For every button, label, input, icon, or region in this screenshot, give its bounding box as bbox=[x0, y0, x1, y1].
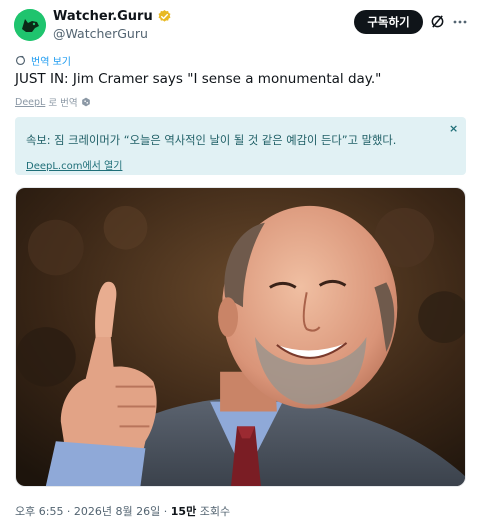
translate-icon bbox=[15, 55, 26, 66]
deepl-logo-icon bbox=[81, 97, 90, 107]
tweet-card: Watcher.Guru @WatcherGuru 구독하기 번역 보기 JUS… bbox=[0, 0, 491, 524]
translation-text: 속보: 짐 크레이머가 “오늘은 역사적인 날이 될 것 같은 예감이 든다”고… bbox=[26, 134, 397, 147]
author-name[interactable]: Watcher.Guru bbox=[53, 9, 172, 24]
more-dots-icon[interactable] bbox=[452, 14, 468, 30]
author-name-text[interactable]: Watcher.Guru bbox=[53, 9, 153, 24]
photo-image bbox=[16, 188, 465, 486]
tweet-photo[interactable] bbox=[15, 187, 466, 487]
close-icon[interactable]: × bbox=[449, 122, 458, 135]
translate-toggle[interactable]: 번역 보기 bbox=[15, 53, 71, 68]
dog-silhouette-icon bbox=[14, 9, 46, 41]
translation-box: 속보: 짐 크레이머가 “오늘은 역사적인 날이 될 것 같은 예감이 든다”고… bbox=[15, 117, 466, 175]
deepl-brand[interactable]: DeepL bbox=[15, 97, 45, 108]
follow-button[interactable]: 구독하기 bbox=[354, 10, 423, 34]
deepl-credit[interactable]: DeepL 로 번역 bbox=[15, 95, 91, 109]
tweet-meta: 오후 6:55 · 2026년 8월 26일 · 15만 조회수 bbox=[15, 503, 230, 519]
views-label: 조회수 bbox=[196, 505, 231, 518]
translate-label[interactable]: 번역 보기 bbox=[31, 53, 71, 68]
views-count: 15만 bbox=[170, 505, 197, 518]
avatar[interactable] bbox=[14, 9, 46, 41]
author-handle[interactable]: @WatcherGuru bbox=[53, 26, 148, 41]
verified-badge-icon bbox=[158, 9, 171, 22]
deepl-suffix: 로 번역 bbox=[48, 98, 78, 109]
grok-icon[interactable] bbox=[430, 14, 445, 29]
open-in-deepl-link[interactable]: DeepL.com에서 열기 bbox=[26, 157, 122, 172]
tweet-text: JUST IN: Jim Cramer says "I sense a monu… bbox=[15, 71, 382, 87]
tweet-timestamp[interactable]: 오후 6:55 · 2026년 8월 26일 · bbox=[15, 505, 171, 518]
